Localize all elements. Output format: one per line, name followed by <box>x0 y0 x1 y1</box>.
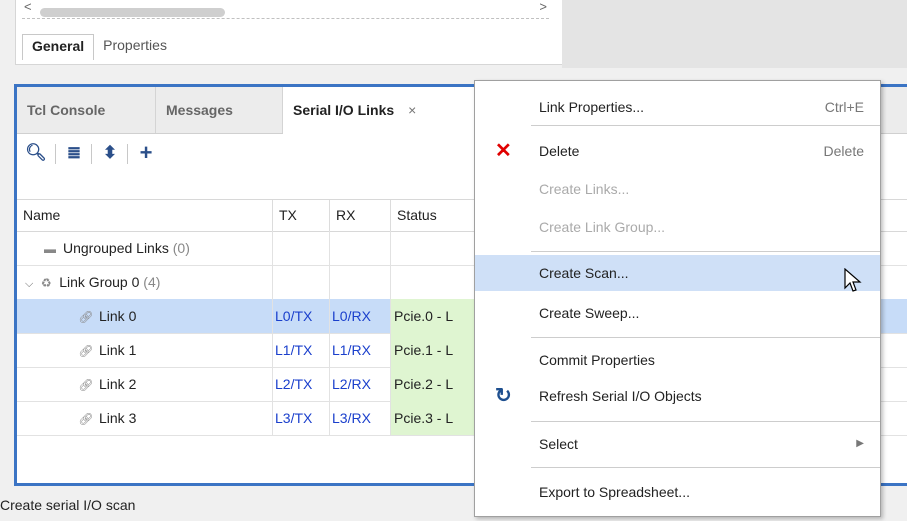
status-cell: Pcie.0 - L <box>391 299 477 333</box>
menu-label: Select <box>539 436 578 452</box>
link-icon: 🔗︎ <box>78 310 94 324</box>
link-icon: 🔗︎ <box>78 344 94 358</box>
link-icon: 🔗︎ <box>78 412 94 426</box>
menu-label: Commit Properties <box>539 352 655 368</box>
menu-item-refresh[interactable]: ↻ Refresh Serial I/O Objects <box>475 379 880 413</box>
menu-item-create-links[interactable]: Create Links... <box>475 173 880 205</box>
menu-label: Delete <box>539 143 580 159</box>
expand-all-icon[interactable]: ⬍ <box>99 142 121 164</box>
tab-label: Messages <box>166 102 233 118</box>
tx-cell[interactable]: L1/TX <box>273 333 330 367</box>
menu-item-delete[interactable]: ✕ Delete Delete <box>475 135 880 167</box>
link-group-icon: ♻︎ <box>40 276 52 290</box>
status-bar-text: Create serial I/O scan <box>0 497 136 513</box>
search-icon[interactable]: 🔍︎ <box>25 142 47 164</box>
group-label: Ungrouped Links <box>63 240 169 256</box>
tab-tcl-console[interactable]: Tcl Console <box>17 87 156 133</box>
tx-cell[interactable]: L3/TX <box>273 401 330 435</box>
rx-cell[interactable]: L0/RX <box>330 299 391 333</box>
tab-label: Serial I/O Links <box>293 102 395 118</box>
tx-cell[interactable]: L2/TX <box>273 367 330 401</box>
status-cell: Pcie.2 - L <box>391 367 477 401</box>
group-label: Link Group 0 <box>59 274 140 290</box>
menu-item-commit-properties[interactable]: Commit Properties <box>475 343 880 377</box>
menu-item-create-scan[interactable]: Create Scan... <box>475 255 880 291</box>
menu-item-create-link-group[interactable]: Create Link Group... <box>475 211 880 243</box>
tab-label: Tcl Console <box>27 102 106 118</box>
menu-item-create-sweep[interactable]: Create Sweep... <box>475 295 880 331</box>
column-rx[interactable]: RX <box>330 200 391 231</box>
empty-panel-area <box>562 0 907 68</box>
menu-label: Refresh Serial I/O Objects <box>539 388 702 404</box>
tab-serial-io-links[interactable]: Serial I/O Links × <box>283 87 483 134</box>
column-name[interactable]: Name <box>17 200 273 231</box>
link-name: Link 3 <box>99 410 137 426</box>
menu-item-export[interactable]: Export to Spreadsheet... <box>475 475 880 509</box>
menu-shortcut: Delete <box>823 143 864 159</box>
menu-label: Create Link Group... <box>539 219 666 235</box>
rx-cell[interactable]: L2/RX <box>330 367 391 401</box>
group-count: (4) <box>143 274 161 290</box>
delete-icon: ✕ <box>495 140 512 162</box>
menu-item-link-properties[interactable]: Link Properties... Ctrl+E <box>475 95 880 125</box>
folder-icon: ▬ <box>44 242 56 256</box>
context-menu: Link Properties... Ctrl+E ✕ Delete Delet… <box>474 80 881 517</box>
status-cell: Pcie.3 - L <box>391 401 477 435</box>
chevron-down-icon[interactable]: ⌵ <box>25 278 33 290</box>
column-tx[interactable]: TX <box>273 200 330 231</box>
menu-label: Create Sweep... <box>539 305 640 321</box>
rx-cell[interactable]: L3/RX <box>330 401 391 435</box>
refresh-icon: ↻ <box>495 385 512 407</box>
scroll-left-icon[interactable]: < <box>24 0 32 14</box>
add-icon[interactable]: + <box>135 142 157 164</box>
tab-messages[interactable]: Messages <box>156 87 283 133</box>
link-icon: 🔗︎ <box>78 378 94 392</box>
status-cell: Pcie.1 - L <box>391 333 477 367</box>
properties-tabs: General Properties <box>22 34 176 60</box>
tab-general[interactable]: General <box>22 34 95 60</box>
link-name: Link 0 <box>99 308 137 324</box>
tx-cell[interactable]: L0/TX <box>273 299 330 333</box>
link-name: Link 1 <box>99 342 137 358</box>
submenu-arrow-icon: ▶ <box>856 438 864 449</box>
menu-label: Create Links... <box>539 181 630 197</box>
menu-label: Export to Spreadsheet... <box>539 484 690 500</box>
close-tab-icon[interactable]: × <box>408 102 416 118</box>
properties-panel: < > General Properties <box>15 0 567 65</box>
horizontal-scrollbar[interactable]: < > <box>22 0 549 19</box>
scrollbar-thumb[interactable] <box>40 8 225 17</box>
menu-item-select[interactable]: Select ▶ <box>475 427 880 461</box>
rx-cell[interactable]: L1/RX <box>330 333 391 367</box>
group-count: (0) <box>172 240 190 256</box>
scroll-right-icon[interactable]: > <box>539 0 547 14</box>
tab-properties[interactable]: Properties <box>94 34 176 60</box>
link-name: Link 2 <box>99 376 137 392</box>
menu-label: Link Properties... <box>539 99 645 115</box>
column-status[interactable]: Status <box>391 200 477 231</box>
collapse-all-icon[interactable]: ≣ <box>63 142 85 164</box>
menu-label: Create Scan... <box>539 265 629 281</box>
mouse-cursor-icon <box>844 268 862 292</box>
menu-shortcut: Ctrl+E <box>824 99 864 115</box>
